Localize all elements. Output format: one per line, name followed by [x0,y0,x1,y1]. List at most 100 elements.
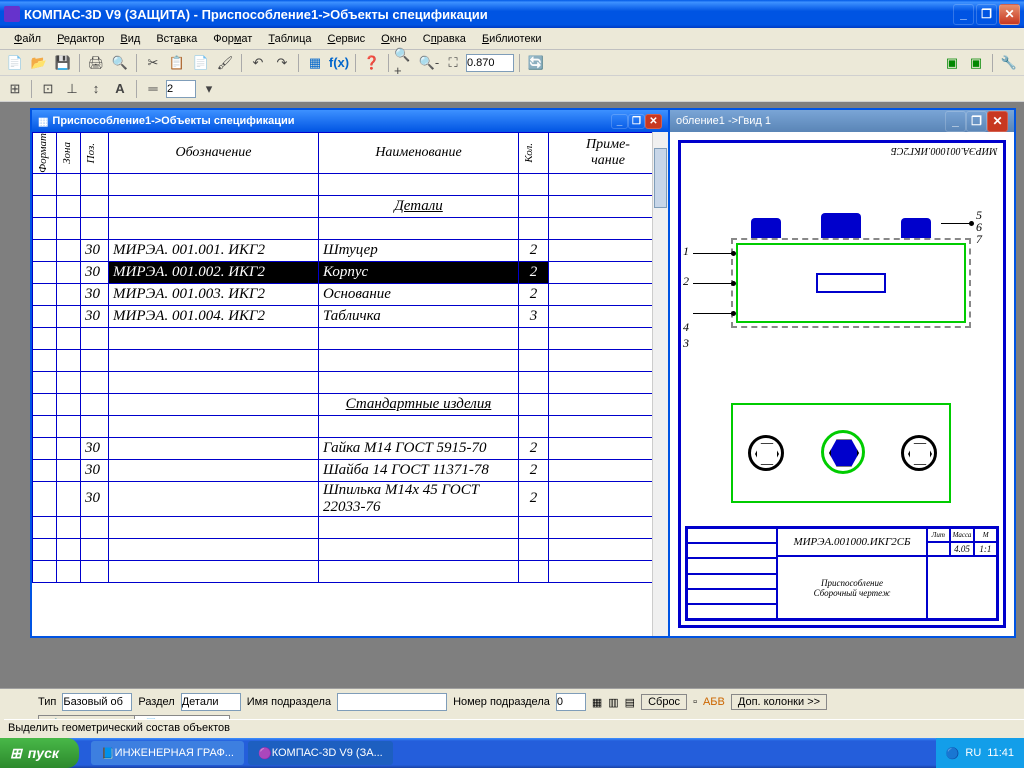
maximize-button[interactable]: ❐ [976,4,997,25]
menu-format[interactable]: Формат [205,31,260,47]
menu-help[interactable]: Справка [415,31,474,47]
task-kompas[interactable]: 🟣 КОМПАС-3D V9 (ЗА... [248,741,393,765]
menubar: ФФайлайл Редактор Вид Вставка Формат Таб… [0,28,1024,50]
open-icon[interactable]: 📂 [28,52,50,74]
tool-a-icon[interactable]: ▣ [941,52,963,74]
col-qty: Кол. [523,143,535,163]
table-row[interactable]: 30Шпилька М14х 45 ГОСТ 22033-762 [33,481,668,516]
table-row[interactable]: 30Гайка М14 ГОСТ 5915-702 [33,437,668,459]
brush-icon[interactable]: 🖌 [214,52,236,74]
zoom-fit-icon[interactable]: ⛶ [442,52,464,74]
frame-code-top: МИРЭА.001000.ИКГ2СБ [891,145,997,156]
spec-scrollbar[interactable] [652,132,668,636]
spec-table[interactable]: Формат Зона Поз. Обозначение Наименовани… [32,132,668,583]
tray-lang[interactable]: RU [965,747,981,759]
draw-min[interactable]: _ [945,111,966,132]
save-icon[interactable]: 💾 [52,52,74,74]
tray-icon[interactable]: 🔵 [946,747,960,760]
help-icon[interactable]: ❓ [361,52,383,74]
spec-window: ▦ Приспособление1->Объекты спецификации … [30,108,670,638]
app-title: КОМПАС-3D V9 (ЗАЩИТА) - Приспособление1-… [24,7,953,22]
zoom-input[interactable] [466,54,514,72]
undo-icon[interactable]: ↶ [247,52,269,74]
col-note: Приме- чание [549,133,668,174]
text-style-icon[interactable]: А [109,78,131,100]
axis-icon[interactable]: ↕ [85,78,107,100]
col-pos: Поз. [85,143,97,163]
cols-button[interactable]: Доп. колонки >> [731,694,827,710]
fx-icon[interactable]: f(x) [328,52,350,74]
stamp-scale: 1:1 [974,542,997,556]
props-icon[interactable]: ▦ [304,52,326,74]
preview-icon[interactable]: 🔍 [109,52,131,74]
copy-icon[interactable]: 📋 [166,52,188,74]
panel-icon-4[interactable]: ▫ [693,696,697,708]
spec-max[interactable]: ❐ [628,114,645,129]
table-row[interactable]: 30МИРЭА. 001.004. ИКГ2Табличка3 [33,305,668,327]
spec-min[interactable]: _ [611,114,628,129]
col-zone: Зона [61,142,73,164]
zoom-in-icon[interactable]: 🔍+ [394,52,416,74]
col-name: Наименование [319,133,519,174]
reset-button[interactable]: Сброс [641,694,687,710]
title-block: МИРЭА.001000.ИКГ2СБ Приспособление Сборо… [685,526,999,621]
grid-icon[interactable]: ⊡ [37,78,59,100]
subname-input[interactable] [337,693,447,711]
table-row[interactable]: 30МИРЭА. 001.003. ИКГ2Основание2 [33,283,668,305]
leader-2: 2 [683,274,689,289]
redo-icon[interactable]: ↷ [271,52,293,74]
spin-input[interactable] [166,80,196,98]
panel-icon-2[interactable]: ▥ [608,696,618,709]
draw-max[interactable]: ❐ [966,111,987,132]
refresh-icon[interactable]: 🔄 [525,52,547,74]
menu-service[interactable]: Сервис [319,31,373,47]
task-word[interactable]: 📘 ИНЖЕНЕРНАЯ ГРАФ... [91,741,244,765]
minimize-button[interactable]: _ [953,4,974,25]
menu-window[interactable]: Окно [373,31,415,47]
menu-file[interactable]: ФФайлайл [6,31,49,47]
leader-4: 4 [683,320,689,335]
menu-table[interactable]: Таблица [260,31,319,47]
panel-icon-1[interactable]: ▦ [592,696,602,709]
paste-icon[interactable]: 📄 [190,52,212,74]
col-format: Формат [37,133,49,173]
stamp-code: МИРЭА.001000.ИКГ2СБ [777,528,927,556]
table-row-selected[interactable]: 30МИРЭА. 001.002. ИКГ2Корпус2 [33,261,668,283]
system-tray[interactable]: 🔵 RU 11:41 [936,738,1024,768]
menu-libs[interactable]: Библиотеки [474,31,550,47]
stamp-mass: 4.05 [950,542,973,556]
panel-icon-5[interactable]: АБВ [703,696,725,708]
new-icon[interactable]: 📄 [4,52,26,74]
close-button[interactable]: ✕ [999,4,1020,25]
section-input[interactable] [181,693,241,711]
ortho-icon[interactable]: ⊥ [61,78,83,100]
stamp-name1: Приспособление [821,578,883,588]
table-row[interactable]: 30Шайба 14 ГОСТ 11371-782 [33,459,668,481]
tool-b-icon[interactable]: ▣ [965,52,987,74]
line-style-icon[interactable]: ═ [142,78,164,100]
spec-title: Приспособление1->Объекты спецификации [52,115,611,127]
menu-view[interactable]: Вид [112,31,148,47]
start-button[interactable]: ⊞пуск [0,738,79,768]
dropdown-icon[interactable]: ▾ [198,78,220,100]
print-icon[interactable]: 🖨 [85,52,107,74]
subnum-input[interactable] [556,693,586,711]
drawing-canvas[interactable]: МИРЭА.001000.ИКГ2СБ 1 2 4 3 5 6 7 [670,132,1014,636]
spec-close[interactable]: ✕ [645,114,662,129]
leader-1: 1 [683,244,689,259]
snap-icon[interactable]: ⊞ [4,78,26,100]
menu-insert[interactable]: Вставка [148,31,205,47]
label-subname: Имя подраздела [247,696,331,708]
tool-c-icon[interactable]: 🔧 [998,52,1020,74]
status-bar: Выделить геометрический состав объектов [4,719,1024,736]
draw-close[interactable]: ✕ [987,111,1008,132]
section-parts: Детали [319,195,519,217]
label-section: Раздел [138,696,174,708]
menu-edit[interactable]: Редактор [49,31,112,47]
cut-icon[interactable]: ✂ [142,52,164,74]
zoom-out-icon[interactable]: 🔍- [418,52,440,74]
panel-icon-3[interactable]: ▤ [625,696,635,709]
type-input[interactable] [62,693,132,711]
taskbar: ⊞пуск 📘 ИНЖЕНЕРНАЯ ГРАФ... 🟣 КОМПАС-3D V… [0,738,1024,768]
table-row[interactable]: 30МИРЭА. 001.001. ИКГ2Штуцер2 [33,239,668,261]
